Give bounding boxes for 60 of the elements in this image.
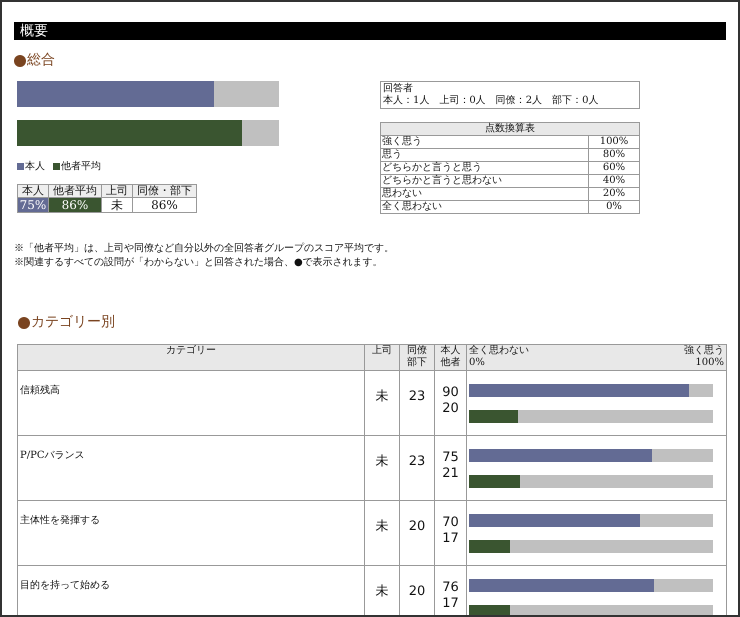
table-cell: 23 [400,370,434,436]
category-cell: 信頼残高 [18,370,364,436]
table-cell: 0% [588,200,640,214]
table-cell: 86% [132,198,196,212]
table-cell: 23 [400,436,434,500]
bullet-icon [18,316,30,328]
column-header: 部下 [406,357,428,369]
table-header-cell: 上司 [102,184,132,198]
scale-label: 0% [469,357,485,369]
scale-label: 全く思わない [469,345,529,357]
table-cell: 86% [48,198,102,212]
others-score: 20 [441,401,460,417]
table-header-cell: 点数換算表 [380,122,640,136]
others-score: 17 [441,531,460,547]
self-score: 70 [441,515,460,531]
others-score: 21 [441,466,460,482]
table-cell: 60% [588,162,640,174]
column-header: 他者 [440,357,462,369]
scale-label: 強く思う [684,345,724,357]
section-heading: 総合 [27,51,55,70]
respondents-label: 回答者 [383,83,414,94]
table-cell: 全く思わない [380,200,588,214]
legend-label: 他者平均 [61,160,101,174]
note-text: ※「他者平均」は、上司や同僚など自分以外の全回答者グループのスコア平均です。 [14,242,395,256]
table-cell: 75% [18,198,48,212]
table-cell: 40% [588,174,640,188]
table-cell: 思わない [380,188,588,200]
section-title-bar: 概要 [14,22,726,40]
bullet-icon [14,54,26,66]
table-cell: 思う [380,148,588,162]
table-cell: 未 [364,370,400,436]
self-score: 75 [441,450,460,466]
category-cell: P/PCバランス [18,436,364,500]
respondents-counts: 本人：1人 上司：0人 同僚：2人 部下：0人 [383,95,600,107]
scale-label: 100% [695,357,724,369]
others-score: 17 [441,596,460,612]
column-header: 上司 [364,344,400,370]
table-cell: 20% [588,188,640,200]
category-cell: 主体性を発揮する [18,500,364,566]
table-cell: 80% [588,148,640,162]
table-header-cell: 同僚・部下 [132,184,196,198]
table-cell: 未 [364,436,400,500]
table-cell: 未 [364,500,400,566]
note-text: ※関連するすべての設問が「わからない」と回答された場合、●で表示されます。 [14,256,384,270]
column-header: 同僚 [406,345,428,356]
column-header: カテゴリー [18,344,364,370]
table-cell: どちらかと言うと思わない [380,174,588,188]
section-heading: カテゴリー別 [31,313,115,332]
table-header-cell: 本人 [18,184,48,198]
table-cell: 強く思う [380,136,588,148]
table-header-cell: 他者平均 [48,184,102,198]
legend-label: 本人 [25,160,45,174]
table-cell: どちらかと言うと思う [380,162,588,174]
self-score: 90 [441,385,460,401]
table-cell: 未 [102,198,132,212]
table-cell: 100% [588,136,640,148]
table-cell: 20 [400,500,434,566]
column-header: 本人 [440,345,462,356]
category-cell: 目的を持って始める [18,566,364,615]
self-score: 76 [441,580,460,596]
